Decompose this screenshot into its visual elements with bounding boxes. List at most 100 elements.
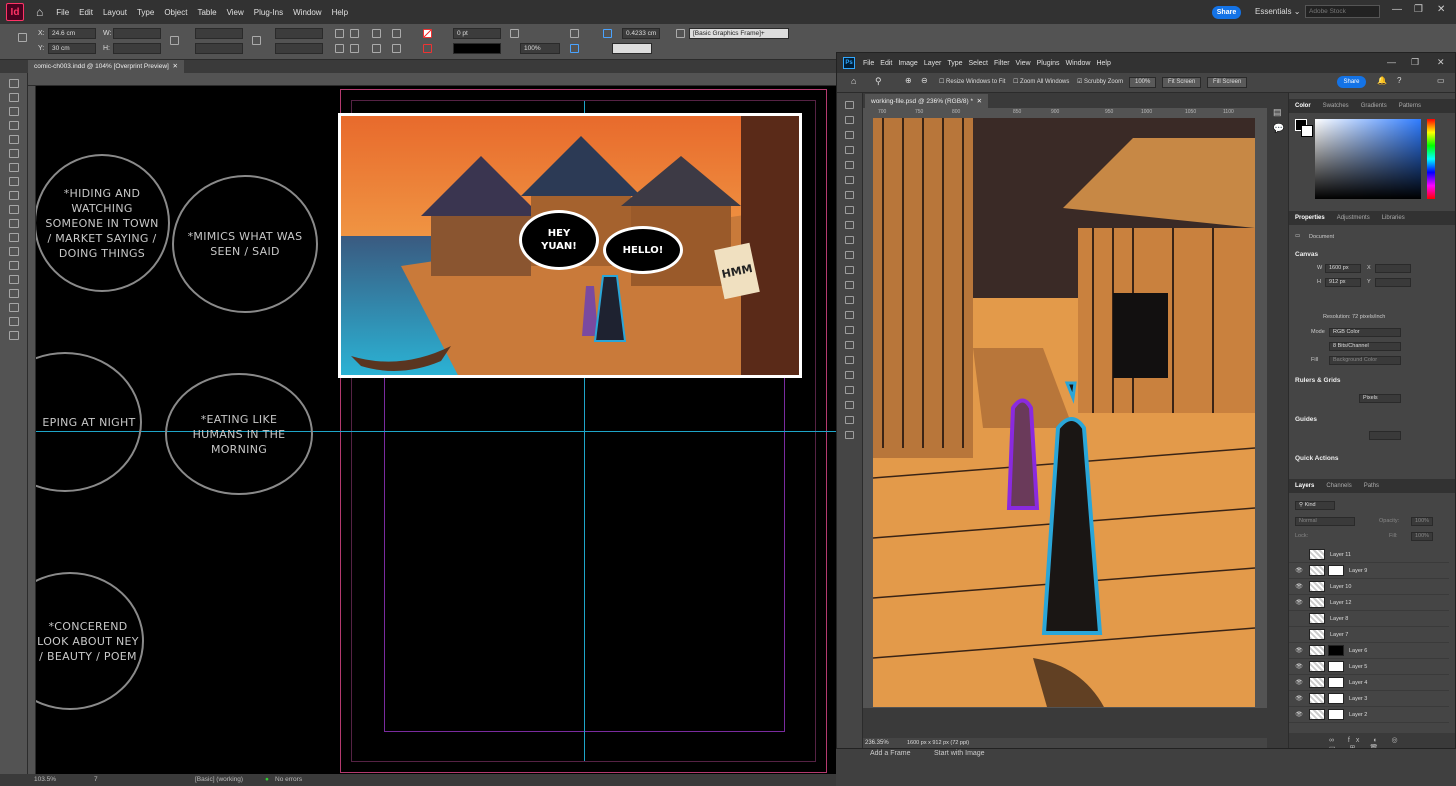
- flip-h-icon[interactable]: [335, 44, 344, 53]
- note-circle-3[interactable]: EPING AT NIGHT: [36, 352, 142, 492]
- free-transform-tool-icon[interactable]: [9, 247, 19, 256]
- menu-window[interactable]: Window: [293, 8, 321, 17]
- tab-adjustments[interactable]: Adjustments: [1337, 215, 1370, 221]
- menu-object[interactable]: Object: [164, 8, 187, 17]
- visibility-icon[interactable]: 👁: [1294, 567, 1304, 574]
- vertical-ruler[interactable]: [28, 86, 36, 774]
- ps-crop-tool-icon[interactable]: [845, 176, 854, 184]
- layer-row[interactable]: 👁 Layer 12: [1289, 595, 1449, 611]
- menu-edit[interactable]: Edit: [79, 8, 93, 17]
- ps-artboard-tool-icon[interactable]: [845, 116, 854, 124]
- wrap-icon[interactable]: [570, 29, 579, 38]
- ps-menu-image[interactable]: Image: [898, 60, 917, 67]
- status-zoom[interactable]: 103.5%: [34, 776, 56, 783]
- visibility-icon[interactable]: 👁: [1294, 599, 1304, 606]
- zoom-100-button[interactable]: 100%: [1129, 77, 1157, 88]
- comic-panel-frame[interactable]: HEY YUAN! HELLO! HMM: [338, 113, 802, 378]
- share-button[interactable]: Share: [1212, 6, 1241, 19]
- ps-dodge-tool-icon[interactable]: [845, 326, 854, 334]
- ps-frame-tool-icon[interactable]: [845, 191, 854, 199]
- canvas-section-title[interactable]: Canvas: [1295, 251, 1318, 258]
- layer-row[interactable]: 👁 Layer 10: [1289, 579, 1449, 595]
- ps-type-tool-icon[interactable]: [845, 356, 854, 364]
- ps-move-tool-icon[interactable]: [845, 101, 854, 109]
- corner-options-icon[interactable]: [603, 29, 612, 38]
- visibility-icon[interactable]: 👁: [1294, 695, 1304, 702]
- constrain-icon[interactable]: [170, 36, 179, 45]
- direct-selection-tool-icon[interactable]: [9, 93, 19, 102]
- ps-object-select-tool-icon[interactable]: [845, 161, 854, 169]
- shear-field[interactable]: [275, 43, 323, 54]
- ps-path-select-tool-icon[interactable]: [845, 371, 854, 379]
- offset-field[interactable]: 0.4233 cm: [622, 28, 660, 39]
- rotate-ccw-icon[interactable]: [350, 29, 359, 38]
- fill-select[interactable]: Background Color: [1329, 356, 1401, 365]
- fit-screen-button[interactable]: Fit Screen: [1162, 77, 1202, 88]
- layer-row[interactable]: Layer 11: [1289, 547, 1449, 563]
- fill-screen-button[interactable]: Fill Screen: [1207, 77, 1248, 88]
- hue-slider[interactable]: [1427, 119, 1435, 199]
- tab-gradients[interactable]: Gradients: [1361, 103, 1387, 109]
- workspace-icon[interactable]: ▭: [1437, 76, 1445, 85]
- menu-layout[interactable]: Layout: [103, 8, 127, 17]
- frame-fit-icon[interactable]: [676, 29, 685, 38]
- visibility-icon[interactable]: 👁: [1294, 679, 1304, 686]
- y-field[interactable]: 30 cm: [48, 43, 96, 54]
- ps-lasso-tool-icon[interactable]: [845, 146, 854, 154]
- tab-layers[interactable]: Layers: [1295, 483, 1314, 489]
- layer-filter-select[interactable]: ⚲ Kind: [1295, 501, 1335, 510]
- ps-more-tool-icon[interactable]: [845, 431, 854, 439]
- start-with-image-button[interactable]: Start with Image: [934, 750, 985, 757]
- tab-paths[interactable]: Paths: [1364, 483, 1379, 489]
- visibility-icon[interactable]: 👁: [1294, 647, 1304, 654]
- ps-menu-filter[interactable]: Filter: [994, 60, 1010, 67]
- ps-maximize-icon[interactable]: ❐: [1411, 57, 1419, 68]
- hand-tool-icon[interactable]: [9, 317, 19, 326]
- ps-brush-tool-icon[interactable]: [845, 236, 854, 244]
- zoom-out-icon[interactable]: ⊖: [921, 76, 928, 85]
- gradient-tool-icon[interactable]: [9, 261, 19, 270]
- ps-clone-stamp-tool-icon[interactable]: [845, 251, 854, 259]
- canvas-height-field[interactable]: 912 px: [1325, 278, 1361, 287]
- quick-actions-title[interactable]: Quick Actions: [1295, 455, 1338, 462]
- ps-status-zoom[interactable]: 236.35%: [865, 740, 889, 746]
- page-tool-icon[interactable]: [9, 107, 19, 116]
- opacity-field[interactable]: 100%: [1411, 517, 1433, 526]
- type-tool-icon[interactable]: [9, 149, 19, 158]
- layer-row[interactable]: 👁 Layer 2: [1289, 707, 1449, 723]
- close-icon[interactable]: ✕: [1437, 4, 1445, 15]
- autofit-icon[interactable]: [570, 44, 579, 53]
- opacity-field[interactable]: 100%: [520, 43, 560, 54]
- tab-libraries[interactable]: Libraries: [1382, 215, 1405, 221]
- speech-bubble-2[interactable]: HELLO!: [603, 226, 683, 274]
- ps-pen-tool-icon[interactable]: [845, 341, 854, 349]
- layer-row[interactable]: Layer 7: [1289, 627, 1449, 643]
- blend-mode-select[interactable]: Normal: [1295, 517, 1355, 526]
- line-tool-icon[interactable]: [9, 163, 19, 172]
- stroke-type-select[interactable]: [453, 43, 501, 54]
- home-icon[interactable]: ⌂: [36, 5, 43, 19]
- menu-type[interactable]: Type: [137, 8, 154, 17]
- reference-point-icon[interactable]: [18, 33, 27, 42]
- x-field[interactable]: 24.6 cm: [48, 28, 96, 39]
- stock-search-input[interactable]: Adobe Stock: [1305, 5, 1380, 18]
- rectangle-frame-tool-icon[interactable]: [9, 205, 19, 214]
- note-circle-1[interactable]: *HIDING AND WATCHING SOMEONE IN TOWN / M…: [36, 154, 170, 292]
- layer-row[interactable]: 👁 Layer 5: [1289, 659, 1449, 675]
- fill-pct-field[interactable]: 100%: [1411, 532, 1433, 541]
- scale-y-field[interactable]: [195, 43, 243, 54]
- ps-menu-type[interactable]: Type: [947, 60, 962, 67]
- add-frame-button[interactable]: Add a Frame: [870, 750, 910, 757]
- mode-select[interactable]: RGB Color: [1329, 328, 1401, 337]
- content-collector-tool-icon[interactable]: [9, 135, 19, 144]
- rotate-field[interactable]: [275, 28, 323, 39]
- ps-zoom-tool-icon[interactable]: [845, 416, 854, 424]
- note-circle-4[interactable]: *EATING LIKE HUMANS IN THE MORNING: [165, 373, 313, 495]
- canvas-width-field[interactable]: 1600 px: [1325, 264, 1361, 273]
- ps-menu-layer[interactable]: Layer: [924, 60, 942, 67]
- status-style[interactable]: [Basic] (working): [195, 776, 243, 783]
- zoom-tool-icon[interactable]: ⚲: [875, 76, 882, 87]
- ps-menu-plugins[interactable]: Plugins: [1037, 60, 1060, 67]
- menu-file[interactable]: File: [56, 8, 69, 17]
- ps-blur-tool-icon[interactable]: [845, 311, 854, 319]
